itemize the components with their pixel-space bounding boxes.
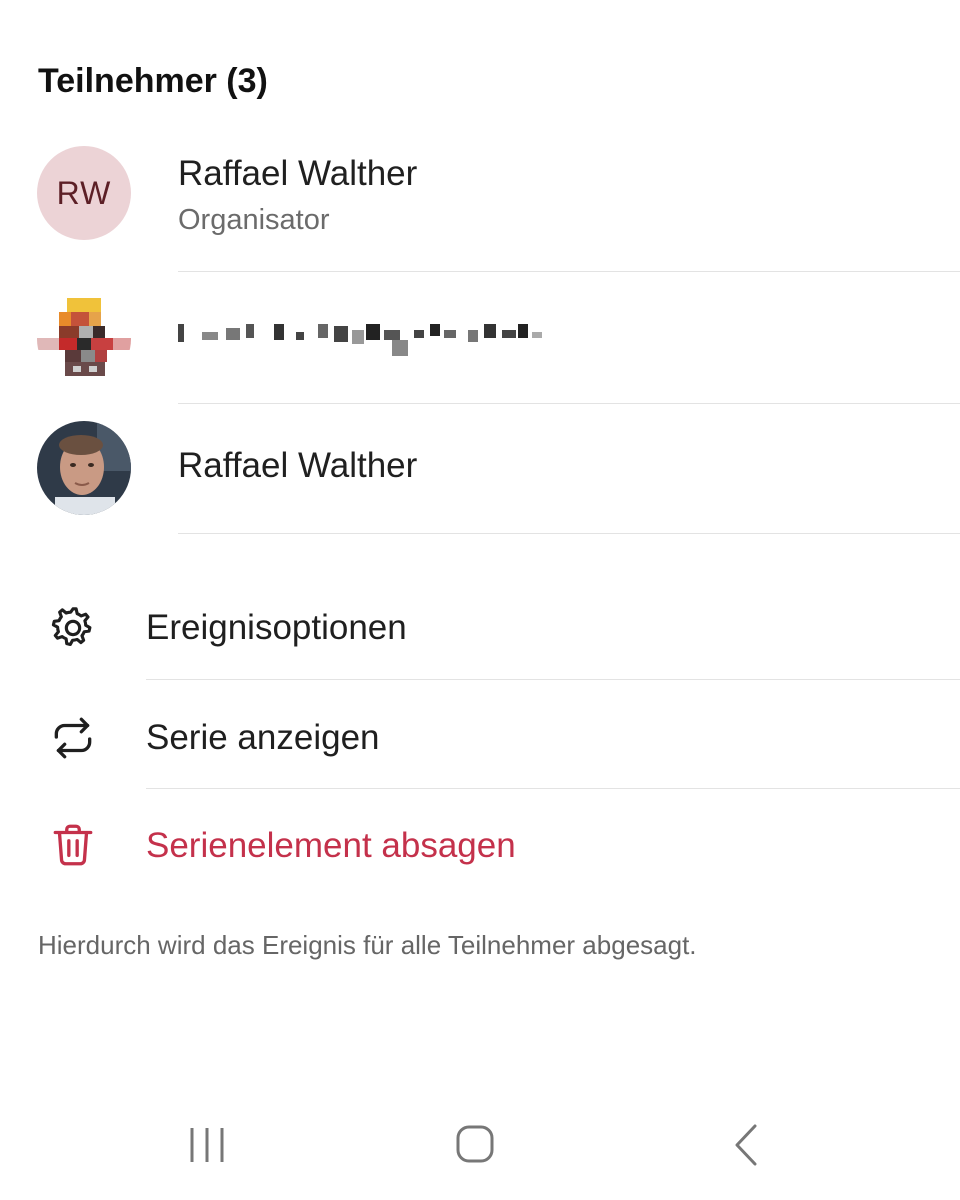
avatar: RW (37, 146, 131, 240)
participants-heading: Teilnehmer (3) (38, 62, 268, 100)
recent-apps-icon (190, 1128, 224, 1162)
action-label: Serienelement absagen (146, 826, 516, 865)
divider (146, 788, 960, 789)
participant-row[interactable]: Raffael Walther (0, 404, 960, 534)
avatar (37, 421, 131, 515)
redacted-participant-name (178, 324, 542, 356)
home-icon (456, 1125, 494, 1163)
pixelated-avatar-image (37, 292, 131, 386)
divider (146, 679, 960, 680)
participant-name: Raffael Walther (178, 154, 418, 193)
event-options-button[interactable]: Ereignisoptionen (0, 578, 960, 678)
cancel-note: Hierdurch wird das Ereignis für alle Tei… (38, 930, 697, 960)
participant-row[interactable] (0, 272, 960, 402)
participant-row[interactable]: RW Raffael Walther Organisator (0, 140, 960, 270)
system-nav-bar (0, 1100, 960, 1200)
show-series-button[interactable]: Serie anzeigen (0, 688, 960, 788)
back-button[interactable] (715, 1120, 775, 1170)
trash-icon (53, 824, 93, 866)
participant-name: Raffael Walther (178, 446, 418, 485)
profile-photo (37, 421, 131, 515)
home-button[interactable] (446, 1120, 506, 1170)
action-label: Serie anzeigen (146, 718, 380, 757)
event-details-sheet: Teilnehmer (3) RW Raffael Walther Organi… (0, 0, 960, 1200)
cancel-occurrence-button[interactable]: Serienelement absagen (0, 796, 960, 896)
gear-icon (51, 607, 92, 647)
repeat-icon (54, 717, 92, 759)
action-label: Ereignisoptionen (146, 608, 407, 647)
avatar-initials: RW (56, 174, 112, 211)
participant-role: Organisator (178, 204, 330, 236)
back-icon (735, 1124, 757, 1166)
divider (178, 533, 960, 534)
recent-apps-button[interactable] (177, 1120, 237, 1170)
avatar (37, 292, 131, 386)
